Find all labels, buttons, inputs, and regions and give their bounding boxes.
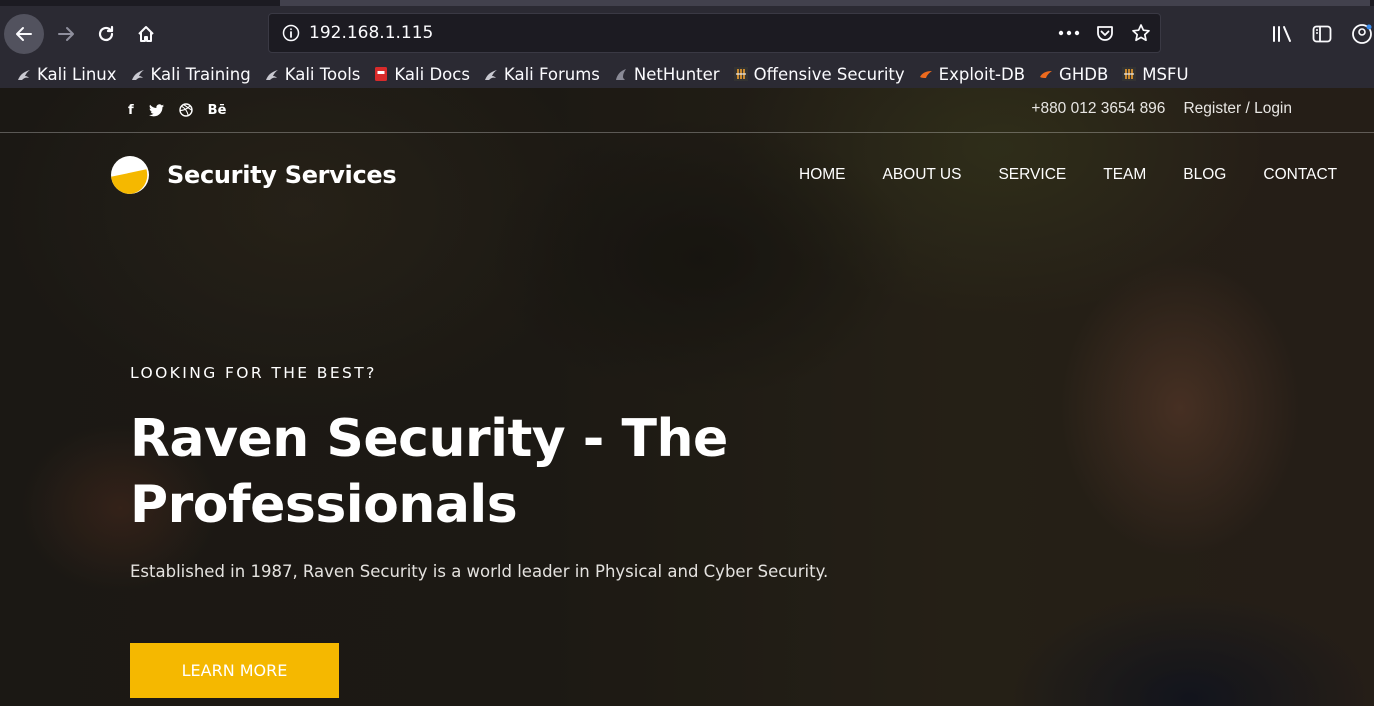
bookmark-kali-linux[interactable]: Kali Linux [16,65,117,84]
nav-contact[interactable]: CONTACT [1263,166,1337,184]
phone-number: +880 012 3654 896 [1031,100,1166,117]
dribbble-icon[interactable] [178,101,193,119]
browser-toolbar: 192.168.1.115 [0,6,1374,60]
bookmark-ghdb[interactable]: GHDB [1038,65,1108,84]
library-icon[interactable] [1268,20,1296,48]
ghdb-icon [1038,66,1054,82]
brand-name: Security Services [167,161,397,189]
bookmark-exploit-db[interactable]: Exploit-DB [918,65,1025,84]
home-icon [138,26,154,42]
bookmark-label: GHDB [1059,64,1109,84]
site-info-icon[interactable] [281,23,301,43]
hero-eyebrow: LOOKING FOR THE BEST? [130,364,377,382]
bookmark-label: Kali Docs [394,64,470,84]
back-button[interactable] [4,14,44,54]
hero-headline: Raven Security - The Professionals [130,409,728,535]
hero-lead: Established in 1987, Raven Security is a… [130,562,829,581]
site-logo[interactable]: Security Services [111,156,397,194]
home-button[interactable] [130,18,162,50]
nav-service[interactable]: SERVICE [998,166,1066,184]
hero-section: LOOKING FOR THE BEST? Raven Security - T… [130,364,828,581]
bookmark-kali-training[interactable]: Kali Training [130,65,251,84]
bookmark-msfu[interactable]: MSFU [1121,64,1189,84]
nav-home[interactable]: HOME [799,166,846,184]
nethunter-icon [613,66,629,82]
nav-team[interactable]: TEAM [1103,166,1146,184]
reload-button[interactable] [90,18,122,50]
bookmark-label: Kali Tools [284,64,361,84]
account-icon[interactable] [1348,20,1374,48]
bookmark-kali-tools[interactable]: Kali Tools [264,64,361,84]
kali-docs-icon [373,66,389,82]
bookmark-label: Exploit-DB [938,64,1026,84]
page-actions-icon[interactable] [1058,22,1080,44]
sidebar-icon[interactable] [1308,20,1336,48]
bookmarks-toolbar: Kali Linux Kali Training Kali Tools Kali Do… [0,60,1374,88]
register-login-link[interactable]: Register / Login [1183,100,1292,118]
bookmark-label: MSFU [1142,64,1189,84]
main-nav: HOME ABOUT US SERVICE TEAM BLOG CONTACT [799,166,1337,184]
forward-button[interactable] [50,18,82,50]
facebook-icon[interactable]: f [128,101,134,119]
twitter-icon[interactable] [148,101,164,119]
offsec-icon [733,66,749,82]
offsec-icon [1121,66,1137,82]
bookmark-label: Kali Forums [503,64,600,84]
bookmark-offensive-security[interactable]: Offensive Security [733,65,905,84]
kali-dragon-icon [16,66,32,82]
bookmark-label: Kali Training [150,64,251,84]
logo-icon [111,156,149,194]
pocket-icon[interactable] [1094,22,1116,44]
forward-arrow-icon [58,27,74,41]
reload-icon [98,25,114,42]
nav-blog[interactable]: BLOG [1183,166,1226,184]
learn-more-button[interactable]: LEARN MORE [130,643,339,698]
hero-page: f Bē +880 012 3654 896 Register / Login … [0,88,1374,706]
bookmark-kali-docs[interactable]: Kali Docs [373,65,470,84]
bookmark-label: Kali Linux [37,64,117,84]
kali-dragon-icon [264,66,280,82]
site-topbar: f Bē +880 012 3654 896 Register / Login [0,88,1374,133]
url-bar[interactable]: 192.168.1.115 [268,13,1161,53]
url-text[interactable]: 192.168.1.115 [309,23,433,43]
kali-dragon-icon [483,66,499,82]
bookmark-kali-forums[interactable]: Kali Forums [483,65,600,84]
bookmark-star-icon[interactable] [1130,22,1152,44]
bookmark-nethunter[interactable]: NetHunter [613,65,720,84]
bookmark-label: Offensive Security [753,64,905,84]
bookmark-label: NetHunter [633,64,720,84]
kali-dragon-icon [130,66,146,82]
social-links: f Bē [128,101,226,119]
exploit-db-icon [918,66,934,82]
behance-icon[interactable]: Bē [208,101,227,119]
nav-about-us[interactable]: ABOUT US [883,166,962,184]
back-arrow-icon [16,27,32,41]
